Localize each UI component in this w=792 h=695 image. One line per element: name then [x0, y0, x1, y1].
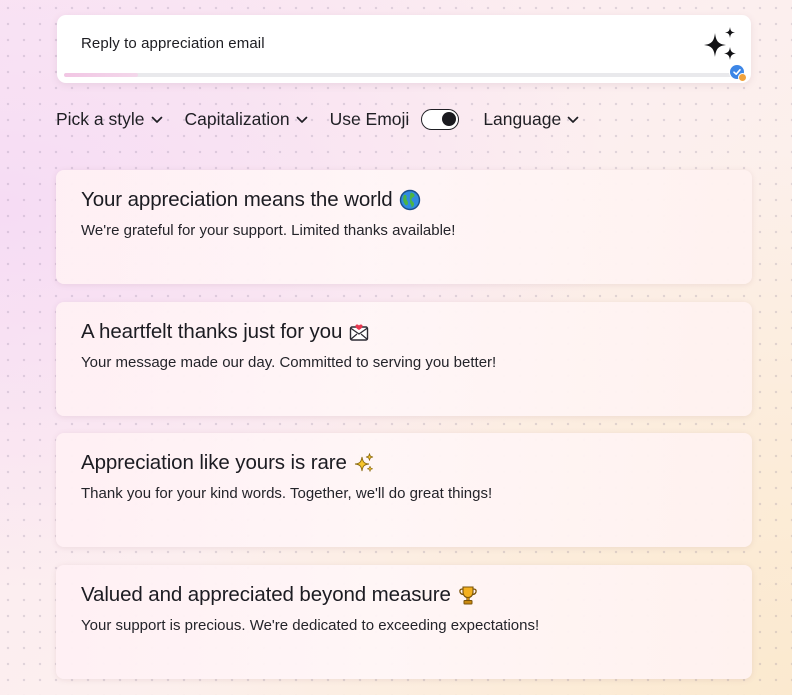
prompt-input[interactable]: Reply to appreciation email [81, 35, 265, 52]
suggestion-title: Appreciation like yours is rare [81, 451, 347, 474]
generation-progress-fill [64, 73, 139, 77]
emoji-toggle-group: Use Emoji [329, 108, 460, 130]
suggestion-card[interactable]: Your appreciation means the world We're … [56, 170, 752, 284]
trophy-emoji-icon [458, 586, 477, 605]
sparkles-icon [704, 27, 736, 60]
globe-emoji-icon [399, 189, 420, 211]
suggestion-title-row: A heartfelt thanks just for you [81, 320, 370, 344]
sparkles-emoji-icon [354, 453, 373, 472]
suggestion-card[interactable]: Appreciation like yours is rare Thank yo… [56, 433, 752, 547]
suggestion-body: Thank you for your kind words. Together,… [81, 485, 493, 502]
status-dot [738, 73, 747, 82]
options-toolbar: Pick a style Capitalization Use Emoji La… [56, 106, 601, 132]
prompt-box[interactable]: Reply to appreciation email [57, 15, 751, 83]
suggestion-title-row: Your appreciation means the world [81, 188, 421, 212]
suggestion-body: Your support is precious. We're dedicate… [81, 617, 540, 634]
suggestion-card[interactable]: A heartfelt thanks just for you Your mes… [56, 302, 752, 416]
generate-button[interactable] [698, 25, 742, 69]
suggestion-title: A heartfelt thanks just for you [81, 320, 343, 343]
generation-progress-bar [64, 73, 741, 77]
suggestion-title-row: Appreciation like yours is rare [81, 451, 375, 475]
language-dropdown[interactable]: Language [483, 109, 579, 130]
emoji-toggle[interactable] [421, 108, 460, 130]
emoji-toggle-label: Use Emoji [329, 108, 410, 129]
chevron-down-icon [296, 116, 307, 123]
language-dropdown-label: Language [483, 108, 562, 129]
chevron-down-icon [567, 116, 579, 123]
suggestion-title-row: Valued and appreciated beyond measure [81, 583, 479, 607]
capitalization-dropdown[interactable]: Capitalization [185, 109, 308, 130]
toggle-knob [442, 111, 457, 126]
suggestion-body: Your message made our day. Committed to … [81, 354, 497, 371]
style-dropdown-label: Pick a style [56, 108, 145, 129]
suggestion-body: We're grateful for your support. Limited… [81, 222, 456, 239]
suggestion-card[interactable]: Valued and appreciated beyond measure Yo… [56, 565, 752, 679]
love-letter-emoji-icon [350, 324, 369, 341]
suggestion-title: Valued and appreciated beyond measure [81, 583, 451, 606]
style-dropdown[interactable]: Pick a style [56, 109, 163, 130]
capitalization-dropdown-label: Capitalization [184, 108, 290, 129]
chevron-down-icon [151, 116, 162, 123]
suggestion-title: Your appreciation means the world [81, 188, 393, 211]
